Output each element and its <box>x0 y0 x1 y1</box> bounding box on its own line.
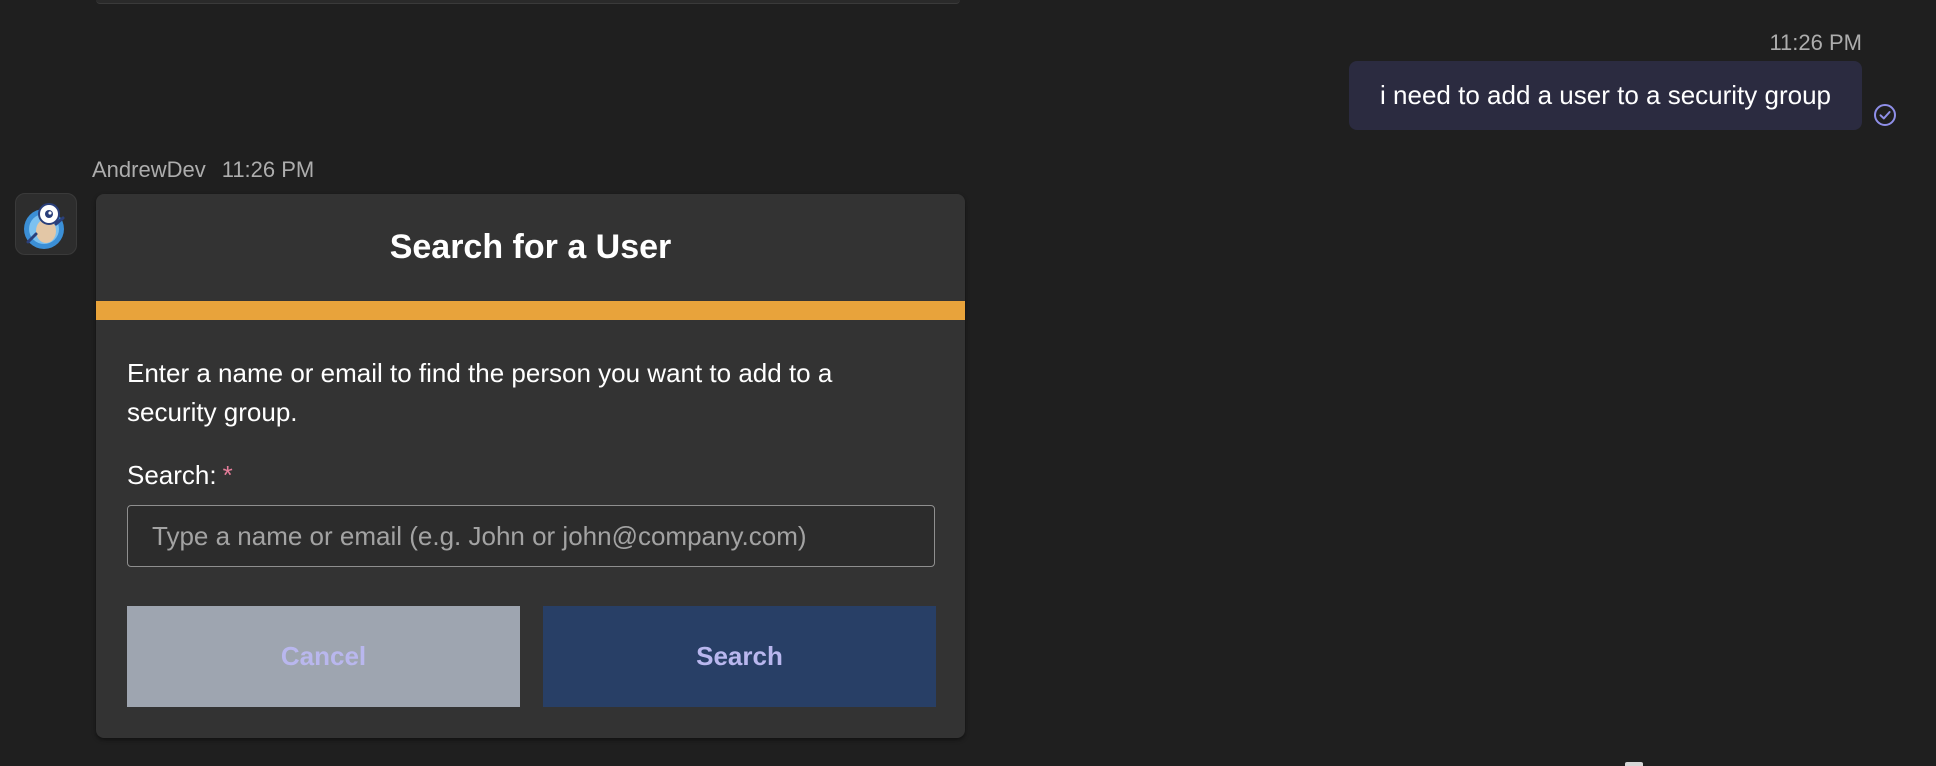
search-user-card: Search for a User Enter a name or email … <box>96 194 965 738</box>
sender-name[interactable]: AndrewDev <box>92 157 206 183</box>
required-marker: * <box>222 460 233 490</box>
read-check-icon <box>1874 104 1896 126</box>
search-button[interactable]: Search <box>543 606 936 707</box>
search-input[interactable] <box>127 505 935 567</box>
sent-message-text: i need to add a user to a security group <box>1380 80 1831 110</box>
card-accent-bar <box>96 301 965 320</box>
previous-card-edge <box>96 0 960 4</box>
card-description: Enter a name or email to find the person… <box>127 358 833 427</box>
cancel-button[interactable]: Cancel <box>127 606 520 707</box>
search-field-label: Search: * <box>127 460 233 491</box>
bot-message-timestamp: 11:26 PM <box>221 157 315 182</box>
chat-viewport: 11:26 PM i need to add a user to a secur… <box>0 0 1936 766</box>
bot-avatar-image <box>24 203 65 249</box>
scroll-indicator <box>1625 762 1643 766</box>
sent-message-bubble[interactable]: i need to add a user to a security group <box>1349 61 1862 130</box>
bot-avatar-icon[interactable] <box>15 193 77 255</box>
sent-message-timestamp: 11:26 PM <box>1769 30 1862 55</box>
card-title: Search for a User <box>389 228 672 266</box>
bot-message-header: AndrewDev 11:26 PM <box>92 157 314 183</box>
search-label-text: Search: <box>127 460 217 490</box>
